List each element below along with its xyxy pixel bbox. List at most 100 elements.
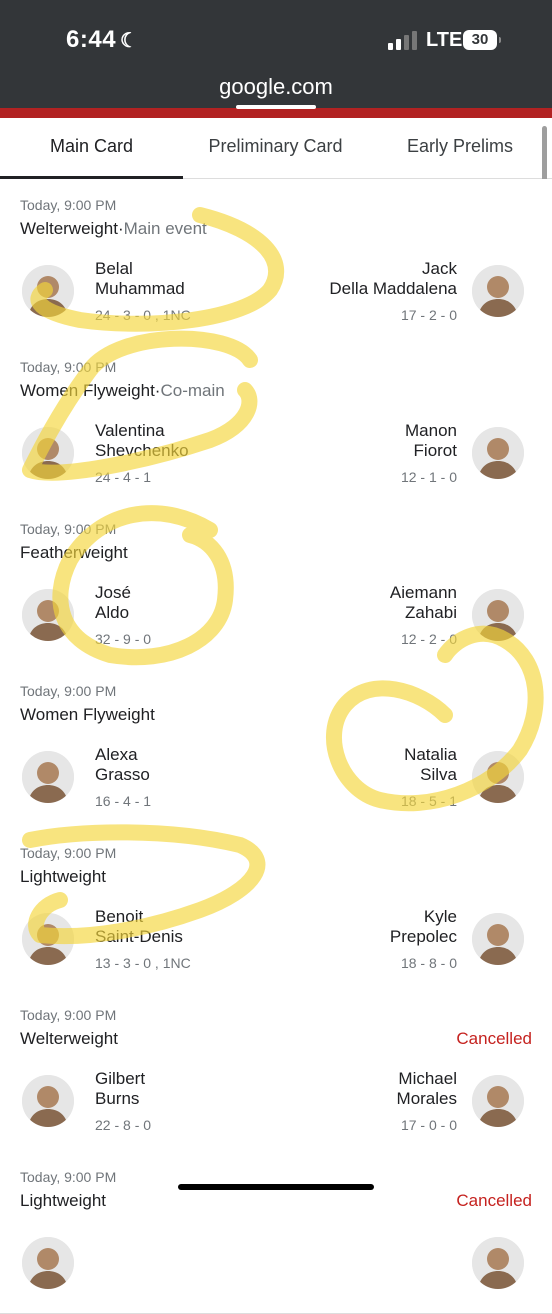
weight-class: Welterweight·Main event [20,219,207,239]
fighter-first-name: Alexa [95,745,138,764]
fight-tag: Main event [123,219,207,238]
fighter-name-left[interactable]: Alexa Grasso [95,745,150,785]
fighter-avatar-left[interactable] [22,751,74,803]
fight-date: Today, 9:00 PM [20,359,117,375]
fighter-last-name: Fiorot [413,441,457,460]
fighter-first-name: Aiemann [389,583,457,602]
fighter-avatar-left[interactable] [22,427,74,479]
fighter-last-name: Silva [420,765,457,784]
fighter-last-name: Zahabi [405,603,457,622]
fighter-record-left: 24 - 4 - 1 [95,469,152,485]
fighter-name-left[interactable]: Benoit Saint-Denis [95,907,183,947]
moon-icon: ☾ [120,30,139,52]
fighter-last-name: Della Maddalena [329,279,457,298]
clock-time: 6:44 [66,26,117,53]
fighter-name-left[interactable]: José Aldo [95,583,131,623]
tab-early-prelims[interactable]: Early Prelims [368,118,552,176]
fighter-last-name: Morales [396,1089,457,1108]
weight-class: Women Flyweight [20,705,155,725]
fighter-record-right: 17 - 2 - 0 [400,307,457,323]
weight-class-label: Welterweight [20,219,118,238]
fight-card[interactable]: Today, 9:00 PM Featherweight José Aldo 32 - … [0,503,552,666]
fighter-avatar-left[interactable] [22,913,74,965]
fight-date: Today, 9:00 PM [20,845,117,861]
fight-date: Today, 9:00 PM [20,1169,117,1185]
fight-card[interactable]: Today, 9:00 PM Women Flyweight·Co-main Val… [0,341,552,504]
fighter-name-right[interactable]: Aiemann Zahabi [390,583,457,623]
fighter-last-name: Saint-Denis [95,927,183,946]
fight-card[interactable]: Today, 9:00 PM Lightweight Cancelled [0,1151,552,1314]
network-label: LTE [426,29,463,51]
fighter-avatar-left[interactable] [22,265,74,317]
weight-class: Featherweight [20,543,128,563]
fighter-name-right[interactable]: Michael Morales [397,1069,457,1109]
weight-class: Lightweight [20,867,106,887]
sheet-handle[interactable] [236,105,316,109]
fighter-record-left: 32 - 9 - 0 [95,631,152,647]
fighter-record-right: 18 - 5 - 1 [400,793,457,809]
weight-class: Welterweight [20,1029,118,1049]
fighter-record-right: 12 - 1 - 0 [400,469,457,485]
fighter-record-right: 12 - 2 - 0 [400,631,457,647]
battery-icon: 30 [463,30,501,50]
fighter-name-left[interactable]: Valentina Shevchenko [95,421,189,461]
fight-card[interactable]: Today, 9:00 PM Welterweight·Main event Bel… [0,179,552,342]
fighter-avatar-left[interactable] [22,589,74,641]
home-indicator[interactable] [178,1184,374,1190]
fighter-record-left: 13 - 3 - 0 , 1NC [95,955,191,971]
fighter-avatar-right[interactable] [472,265,524,317]
status-bar: 6:44 ☾ LTE 30 google.com [0,0,552,108]
fight-card[interactable]: Today, 9:00 PM Welterweight Cancelled Gilbe… [0,989,552,1152]
fighter-avatar-right[interactable] [472,913,524,965]
fighter-record-left: 16 - 4 - 1 [95,793,152,809]
fighter-name-left[interactable]: Gilbert Burns [95,1069,145,1109]
fighter-record-left: 22 - 8 - 0 [95,1117,152,1133]
fighter-first-name: Manon [405,421,457,440]
fighter-first-name: Valentina [95,421,165,440]
fight-tag: Co-main [160,381,225,400]
fight-date: Today, 9:00 PM [20,683,117,699]
weight-class-label: Welterweight [20,1029,118,1048]
fighter-name-right[interactable]: Manon Fiorot [405,421,457,461]
battery-level: 30 [471,31,489,48]
fighter-first-name: Natalia [404,745,457,764]
weight-class-label: Women Flyweight [20,381,155,400]
fight-date: Today, 9:00 PM [20,1007,117,1023]
header-accent-bar [0,105,552,118]
fighter-last-name: Prepolec [389,927,457,946]
status-badge: Cancelled [456,1191,532,1210]
fighter-avatar-left[interactable] [22,1075,74,1127]
fighter-record-right: 18 - 8 - 0 [400,955,457,971]
fighter-first-name: Kyle [423,907,457,926]
fighter-name-right[interactable]: Kyle Prepolec [390,907,457,947]
fight-date: Today, 9:00 PM [20,521,117,537]
tab-preliminary-card[interactable]: Preliminary Card [183,118,368,176]
fighter-record-right: 17 - 0 - 0 [400,1117,457,1133]
fight-card[interactable]: Today, 9:00 PM Women Flyweight Alexa Grasso… [0,665,552,828]
fighter-avatar-right[interactable] [472,1237,524,1289]
fight-card[interactable]: Today, 9:00 PM Lightweight Benoit Saint-Den… [0,827,552,990]
fighter-name-right[interactable]: Natalia Silva [404,745,457,785]
weight-class-label: Featherweight [20,543,128,562]
fighter-avatar-right[interactable] [472,1075,524,1127]
tab-main-card[interactable]: Main Card [0,118,183,179]
fighter-first-name: Benoit [95,907,144,926]
fighter-avatar-right[interactable] [472,589,524,641]
fighter-name-right[interactable]: Jack Della Maddalena [329,259,457,299]
fighter-name-left[interactable]: Belal Muhammad [95,259,185,299]
fighter-first-name: Jack [422,259,457,278]
fighter-last-name: Muhammad [95,279,185,298]
fighter-avatar-right[interactable] [472,751,524,803]
fighter-avatar-left[interactable] [22,1237,74,1289]
card-tabs: Main Card Preliminary Card Early Prelims [0,118,552,179]
weight-class-label: Lightweight [20,867,107,886]
clock: 6:44 ☾ [66,26,138,54]
address-bar[interactable]: google.com [0,74,552,100]
fighter-first-name: Belal [95,259,133,278]
status-badge: Cancelled [456,1029,532,1048]
fighter-last-name: Aldo [95,603,130,622]
fighter-avatar-right[interactable] [472,427,524,479]
weight-class-label: Lightweight [20,1191,107,1210]
weight-class: Women Flyweight·Co-main [20,381,225,401]
fighter-last-name: Burns [95,1089,140,1108]
